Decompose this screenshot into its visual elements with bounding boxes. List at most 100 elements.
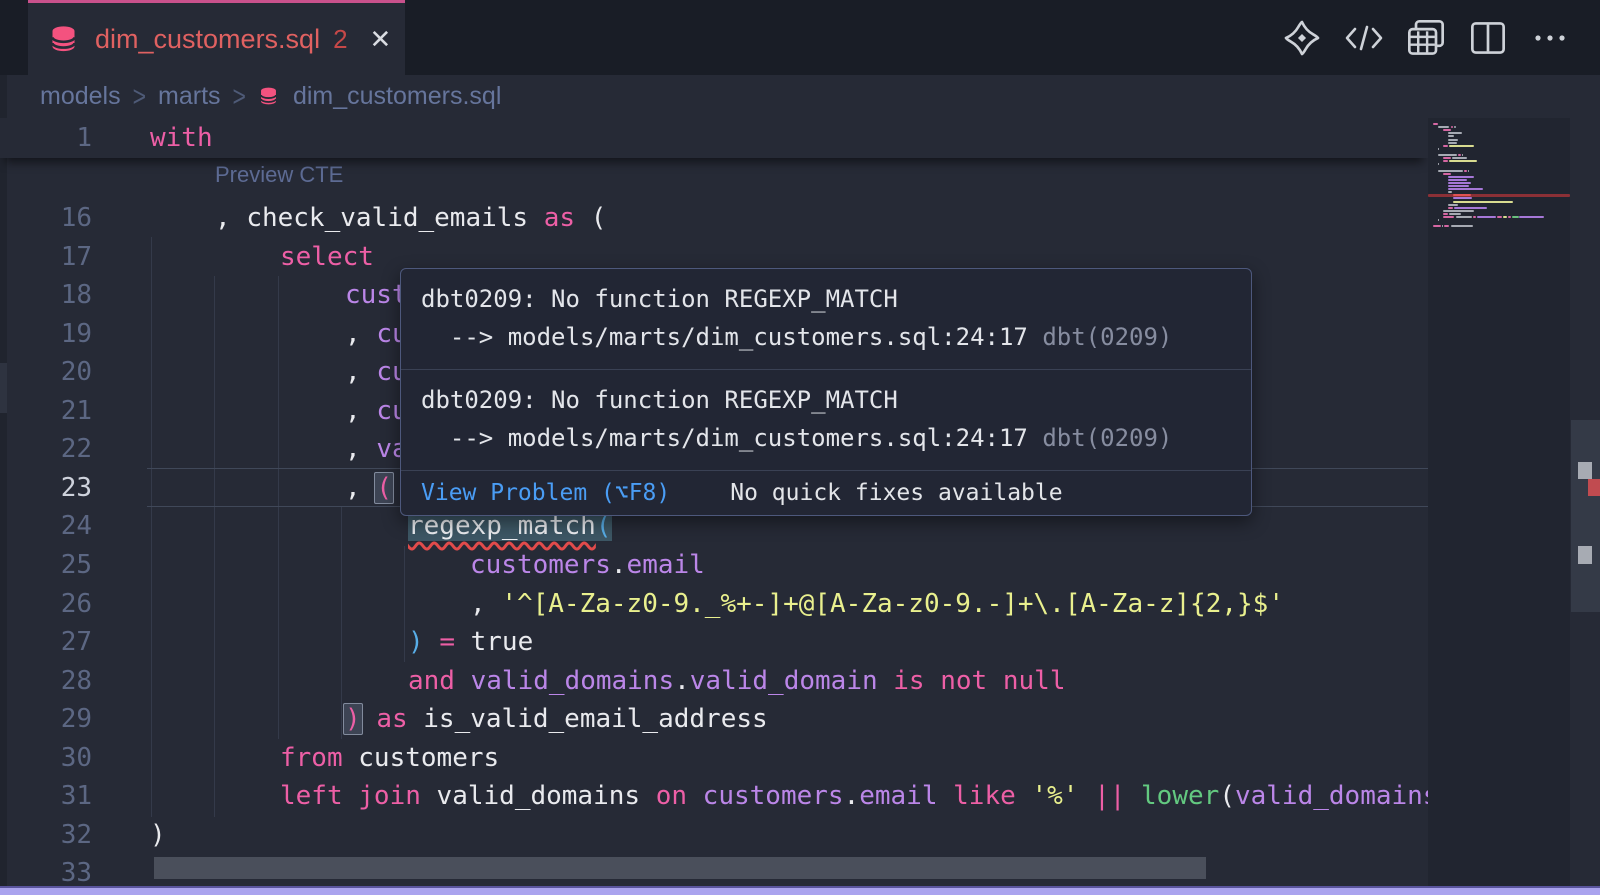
minimap-line bbox=[1473, 216, 1476, 218]
code-line-29[interactable]: ) as is_valid_email_address bbox=[345, 700, 768, 739]
minimap-line bbox=[1512, 216, 1520, 218]
overview-ruler-mark bbox=[1578, 546, 1592, 564]
code-line-23[interactable]: , ( bbox=[345, 469, 392, 508]
minimap-line bbox=[1454, 126, 1455, 128]
editor-code-area[interactable]: 161718192021222324252627282930313233 , c… bbox=[0, 118, 1428, 895]
code-line-27[interactable]: ) = true bbox=[408, 623, 533, 662]
line-number: 24 bbox=[0, 507, 92, 546]
minimap-line bbox=[1448, 191, 1452, 193]
minimap-line bbox=[1443, 129, 1451, 131]
minimap-error-line bbox=[1428, 194, 1570, 197]
problem-source-code: dbt(0209) bbox=[1042, 424, 1172, 452]
line-number: 19 bbox=[0, 315, 92, 354]
overview-ruler-error-mark bbox=[1588, 479, 1600, 496]
close-icon[interactable]: ✕ bbox=[370, 24, 392, 55]
matched-bracket: ( bbox=[374, 472, 394, 504]
minimap-line bbox=[1433, 225, 1441, 227]
code-line-19[interactable]: , cu bbox=[345, 315, 408, 354]
indent-guide bbox=[404, 546, 405, 662]
more-actions-icon[interactable] bbox=[1530, 18, 1570, 58]
minimap-line bbox=[1443, 160, 1448, 162]
line-number: 23 bbox=[0, 469, 92, 508]
line-number: 33 bbox=[0, 854, 92, 893]
breadcrumb-separator: > bbox=[133, 80, 146, 114]
tab-dim-customers-sql[interactable]: dim_customers.sql 2 ✕ bbox=[28, 0, 405, 75]
code-line-30[interactable]: from customers bbox=[280, 739, 499, 778]
minimap-line bbox=[1451, 126, 1454, 128]
minimap-line bbox=[1468, 170, 1469, 172]
minimap-line bbox=[1453, 201, 1513, 203]
code-line-18[interactable]: cust bbox=[345, 276, 408, 315]
minimap-line bbox=[1438, 154, 1457, 156]
open-code-icon[interactable] bbox=[1344, 18, 1384, 58]
minimap-line bbox=[1458, 154, 1461, 156]
tab-title: dim_customers.sql bbox=[95, 24, 320, 55]
minimap-line bbox=[1449, 160, 1477, 162]
no-quick-fixes-text: No quick fixes available bbox=[730, 480, 1062, 506]
window-bottom-border bbox=[0, 886, 1600, 895]
minimap-line bbox=[1433, 123, 1438, 125]
minimap-line bbox=[1448, 182, 1471, 184]
vertical-scrollbar-slider[interactable] bbox=[1571, 420, 1600, 612]
indent-guide bbox=[214, 276, 215, 817]
vertical-scrollbar[interactable] bbox=[1570, 118, 1600, 895]
dbt-icon[interactable] bbox=[1282, 18, 1322, 58]
line-number: 28 bbox=[0, 662, 92, 701]
minimap-line bbox=[1444, 225, 1449, 227]
minimap-line bbox=[1508, 216, 1511, 218]
line-number: 21 bbox=[0, 392, 92, 431]
minimap-line bbox=[1448, 185, 1469, 187]
line-number: 20 bbox=[0, 353, 92, 392]
code-line-32[interactable]: ) bbox=[150, 816, 166, 855]
breadcrumb-item-models[interactable]: models bbox=[40, 82, 121, 111]
code-line-26[interactable]: , '^[A-Za-z0-9._%+-]+@[A-Za-z0-9.-]+\.[A… bbox=[470, 585, 1284, 624]
code-line-20[interactable]: , cu bbox=[345, 353, 408, 392]
minimap-line bbox=[1448, 176, 1474, 178]
minimap-line bbox=[1443, 157, 1451, 159]
split-editor-icon[interactable] bbox=[1468, 18, 1508, 58]
minimap-line bbox=[1497, 216, 1502, 218]
minimap-line bbox=[1448, 188, 1483, 190]
line-number: 31 bbox=[0, 777, 92, 816]
minimap[interactable] bbox=[1428, 118, 1570, 895]
problem-hover-tooltip: dbt0209: No function REGEXP_MATCH --> mo… bbox=[400, 268, 1252, 516]
minimap-line bbox=[1448, 207, 1453, 209]
sticky-scroll-line[interactable]: 1 with bbox=[0, 118, 1428, 158]
breadcrumb: models>marts>dim_customers.sql bbox=[40, 75, 501, 118]
code-line-21[interactable]: , cu bbox=[345, 392, 408, 431]
hover-actions-row: View Problem (⌥F8) No quick fixes availa… bbox=[401, 470, 1251, 515]
breadcrumb-item-marts[interactable]: marts bbox=[158, 82, 221, 111]
minimap-line bbox=[1451, 225, 1474, 227]
minimap-line bbox=[1449, 213, 1460, 215]
view-problem-link[interactable]: View Problem (⌥F8) bbox=[421, 480, 670, 506]
indent-guide bbox=[341, 507, 342, 739]
query-preview-icon[interactable] bbox=[1406, 18, 1446, 58]
minimap-line bbox=[1443, 173, 1451, 175]
minimap-line bbox=[1443, 210, 1474, 212]
breadcrumb-item-file[interactable]: dim_customers.sql bbox=[293, 82, 501, 111]
code-line[interactable]: with bbox=[150, 118, 213, 158]
code-line-22[interactable]: , va bbox=[345, 430, 408, 469]
line-number: 16 bbox=[0, 199, 92, 238]
minimap-line bbox=[1438, 148, 1439, 150]
codelens-preview-cte[interactable]: Preview CTE bbox=[215, 162, 343, 188]
minimap-line bbox=[1452, 157, 1467, 159]
code-line-25[interactable]: customers.email bbox=[470, 546, 705, 585]
minimap-line bbox=[1448, 135, 1454, 137]
problem-message: dbt0209: No function REGEXP_MATCH --> mo… bbox=[401, 369, 1251, 470]
horizontal-scrollbar-slider[interactable] bbox=[154, 857, 1206, 879]
vscode-window: dim_customers.sql 2 ✕ bbox=[0, 0, 1600, 895]
code-line-31[interactable]: left join valid_domains on customers.ema… bbox=[280, 777, 1428, 816]
line-number: 32 bbox=[0, 816, 92, 855]
minimap-line bbox=[1438, 126, 1449, 128]
code-line-16[interactable]: , check_valid_emails as ( bbox=[215, 199, 606, 238]
minimap-line bbox=[1438, 219, 1439, 221]
overview-ruler-mark bbox=[1578, 462, 1592, 479]
minimap-line bbox=[1456, 216, 1472, 218]
minimap-line bbox=[1443, 213, 1448, 215]
minimap-line bbox=[1503, 216, 1507, 218]
problem-source-code: dbt(0209) bbox=[1042, 323, 1172, 351]
code-line-28[interactable]: and valid_domains.valid_domain is not nu… bbox=[408, 662, 1065, 701]
code-line-17[interactable]: select bbox=[280, 238, 374, 277]
tab-problems-badge: 2 bbox=[333, 24, 347, 55]
